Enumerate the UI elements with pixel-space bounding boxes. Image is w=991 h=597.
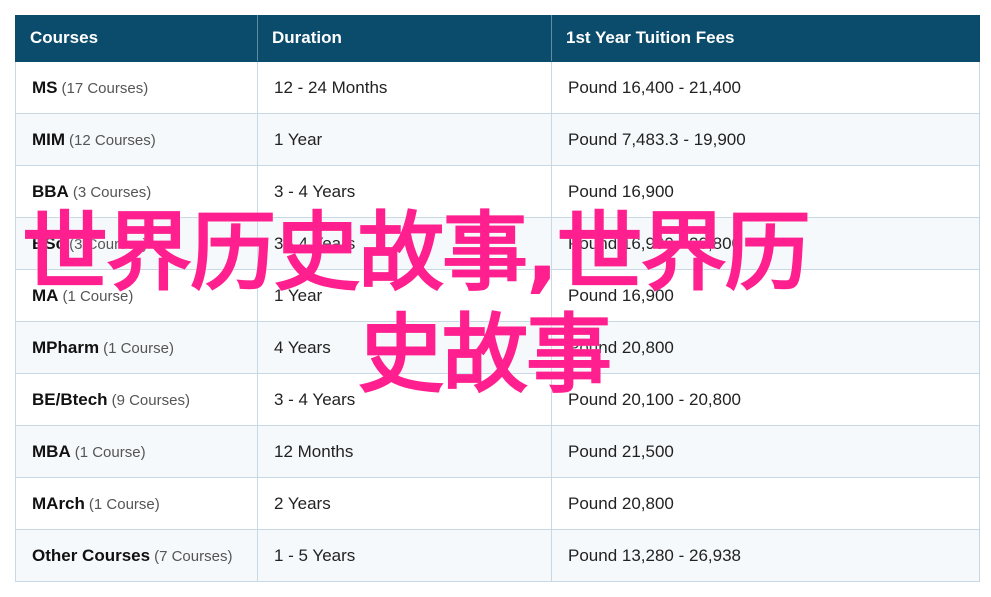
table-row: BSc (3 Courses) 3 - 4 Years Pound 16,900 - … [15, 217, 980, 270]
fees-cell: Pound 16,400 - 21,400 [551, 61, 980, 114]
header-courses: Courses [15, 15, 258, 62]
table-row: MArch (1 Course) 2 Years Pound 20,800 [15, 477, 980, 530]
fees-cell: Pound 13,280 - 26,938 [551, 529, 980, 582]
fees-cell: Pound 16,900 [551, 269, 980, 322]
table-row: MIM (12 Courses) 1 Year Pound 7,483.3 - 19,… [15, 113, 980, 166]
course-name[interactable]: BSc [32, 234, 65, 253]
course-name[interactable]: MArch [32, 494, 85, 513]
duration-cell: 4 Years [257, 321, 552, 374]
duration-cell: 1 Year [257, 269, 552, 322]
table-body: MS (17 Courses) 12 - 24 Months Pound 16,400… [15, 61, 980, 582]
table-row: MBA (1 Course) 12 Months Pound 21,500 [15, 425, 980, 478]
table-row: MPharm (1 Course) 4 Years Pound 20,800 [15, 321, 980, 374]
course-count: (1 Course) [74, 443, 146, 461]
header-duration: Duration [257, 15, 552, 62]
course-name[interactable]: Other Courses [32, 546, 150, 565]
tuition-fees-table: Courses Duration 1st Year Tuition Fees M… [15, 15, 980, 582]
course-count: (1 Course) [103, 339, 174, 357]
duration-cell: 2 Years [257, 477, 552, 530]
course-cell: BSc (3 Courses) [15, 217, 258, 270]
course-name[interactable]: MBA [32, 442, 71, 461]
table-row: Other Courses (7 Courses) 1 - 5 Years Pound… [15, 529, 980, 582]
course-cell: MBA (1 Course) [15, 425, 258, 478]
duration-cell: 3 - 4 Years [257, 217, 552, 270]
course-cell: MA (1 Course) [15, 269, 258, 322]
course-name[interactable]: MPharm [32, 338, 99, 357]
course-count: (17 Courses) [61, 79, 149, 97]
course-name[interactable]: MA [32, 286, 58, 305]
table-row: MS (17 Courses) 12 - 24 Months Pound 16,400… [15, 61, 980, 114]
course-count: (1 Course) [88, 495, 160, 513]
duration-cell: 12 - 24 Months [257, 61, 552, 114]
duration-cell: 12 Months [257, 425, 552, 478]
fees-cell: Pound 16,900 - 20,800 [551, 217, 980, 270]
course-cell: MIM (12 Courses) [15, 113, 258, 166]
header-row: Courses Duration 1st Year Tuition Fees [15, 15, 980, 62]
table-header: Courses Duration 1st Year Tuition Fees [15, 15, 980, 62]
course-count: (3 Courses) [72, 183, 152, 201]
course-count: (1 Course) [62, 287, 134, 305]
course-count: (9 Courses) [111, 391, 190, 409]
table-row: MA (1 Course) 1 Year Pound 16,900 [15, 269, 980, 322]
fees-cell: Pound 20,100 - 20,800 [551, 373, 980, 426]
fees-cell: Pound 21,500 [551, 425, 980, 478]
course-name[interactable]: MS [32, 78, 58, 97]
course-name[interactable]: MIM [32, 130, 65, 149]
table-row: BE/Btech (9 Courses) 3 - 4 Years Pound 20,1… [15, 373, 980, 426]
header-fees: 1st Year Tuition Fees [551, 15, 980, 62]
fees-cell: Pound 16,900 [551, 165, 980, 218]
duration-cell: 3 - 4 Years [257, 373, 552, 426]
page: Courses Duration 1st Year Tuition Fees M… [0, 0, 991, 597]
course-cell: MArch (1 Course) [15, 477, 258, 530]
fees-cell: Pound 7,483.3 - 19,900 [551, 113, 980, 166]
course-cell: BE/Btech (9 Courses) [15, 373, 258, 426]
table-row: BBA (3 Courses) 3 - 4 Years Pound 16,900 [15, 165, 980, 218]
course-count: (7 Courses) [154, 547, 233, 565]
fees-cell: Pound 20,800 [551, 321, 980, 374]
duration-cell: 1 - 5 Years [257, 529, 552, 582]
duration-cell: 1 Year [257, 113, 552, 166]
course-name[interactable]: BBA [32, 182, 69, 201]
course-name[interactable]: BE/Btech [32, 390, 108, 409]
course-cell: MS (17 Courses) [15, 61, 258, 114]
course-cell: Other Courses (7 Courses) [15, 529, 258, 582]
course-count: (12 Courses) [69, 131, 156, 149]
course-count: (3 Courses) [69, 235, 148, 253]
course-cell: BBA (3 Courses) [15, 165, 258, 218]
fees-cell: Pound 20,800 [551, 477, 980, 530]
course-cell: MPharm (1 Course) [15, 321, 258, 374]
duration-cell: 3 - 4 Years [257, 165, 552, 218]
